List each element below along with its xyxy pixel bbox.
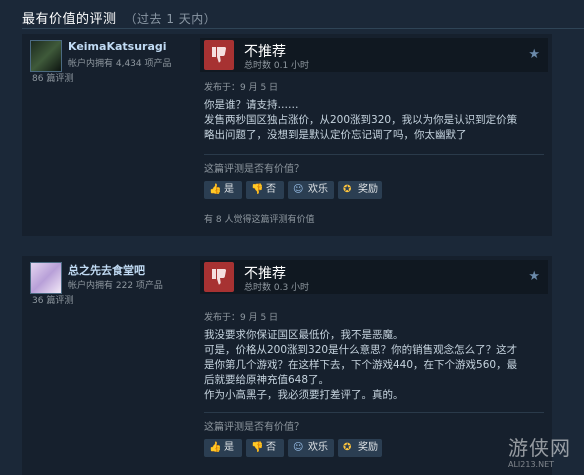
vote-yes-button[interactable]: 👍 是 [204,181,242,199]
award-icon: ✪ [343,184,352,195]
section-title-text: 最有价值的评测 [22,12,117,27]
thumbs-down-icon [204,40,234,70]
review-line: 略出问题了，没想到是默认定价忘记调了吗，你太幽默了 [204,129,467,141]
author-games-count: 帐户内拥有 4,434 项产品 [68,59,172,69]
thumbs-down-icon: 👎 [251,184,264,195]
award-icon: ✪ [343,442,352,453]
author-reviews-count[interactable]: 36 篇评测 [32,293,73,306]
review-line: 可是，价格从200涨到320是什么意思？你的销售观念怎么了？这才 [204,344,518,356]
star-icon[interactable]: ★ [528,269,540,284]
review-card: 总之先去食堂吧 帐户内拥有 222 项产品 36 篇评测 不推荐 总时数 0.3… [22,256,552,475]
posted-date: 发布于：9 月 5 日 [204,313,279,323]
vote-header[interactable]: 不推荐 总时数 0.1 小时 ★ [200,38,548,72]
review-line: 是你第几个游戏？在这样下去，下个游戏440，在下个游戏560，最 [204,359,518,371]
posted-date: 发布于：9 月 5 日 [204,83,279,93]
divider [204,154,544,155]
watermark-text: 游侠网 [508,436,571,460]
author-games-count: 帐户内拥有 222 项产品 [68,281,163,291]
review-line: 我没要求你保证国区最低价，我不是恶魔。 [204,329,404,341]
watermark-logo: 游侠网 ALI213.NET [500,432,580,472]
smile-icon: ☺ [293,442,304,453]
award-button[interactable]: ✪ 奖励 [338,181,382,199]
playtime: 总时数 0.1 小时 [244,61,310,71]
author-name[interactable]: KeimaKatsuragi [68,40,167,53]
review-line: 发售两秒国区独占涨价，从200涨到320，我以为你是认识到定价策 [204,114,518,126]
review-content: 你是谁？请支持…… 发售两秒国区独占涨价，从200涨到320，我以为你是认识到定… [204,98,544,143]
star-icon[interactable]: ★ [528,47,540,62]
header-divider [22,28,584,29]
helpful-count: 有 8 人觉得这篇评测有价值 [204,215,315,225]
vote-header[interactable]: 不推荐 总时数 0.3 小时 ★ [200,260,548,294]
section-title: 最有价值的评测 （过去 1 天内） [22,8,216,27]
thumbs-up-icon: 👍 [209,442,222,453]
divider [204,412,544,413]
vote-yes-button[interactable]: 👍 是 [204,439,242,457]
review-card: KeimaKatsuragi 帐户内拥有 4,434 项产品 86 篇评测 不推… [22,34,552,236]
avatar[interactable] [30,262,62,294]
review-line: 作为小高黑子，我必须要打差评了。真的。 [204,389,404,401]
review-content: 我没要求你保证国区最低价，我不是恶魔。 可是，价格从200涨到320是什么意思？… [204,328,544,403]
thumbs-down-icon: 👎 [251,442,264,453]
review-line: 后就要给原神充值648了。 [204,374,330,386]
thumbs-down-icon [204,262,234,292]
author-reviews-count[interactable]: 86 篇评测 [32,71,73,84]
smile-icon: ☺ [293,184,304,195]
thumbs-up-icon: 👍 [209,184,222,195]
playtime: 总时数 0.3 小时 [244,283,310,293]
avatar[interactable] [30,40,62,72]
vote-funny-button[interactable]: ☺ 欢乐 [288,439,334,457]
helpful-question: 这篇评测是否有价值？ [204,164,304,175]
section-subtitle: （过去 1 天内） [124,12,217,26]
review-line: 你是谁？请支持…… [204,99,299,111]
award-button[interactable]: ✪ 奖励 [338,439,382,457]
vote-no-button[interactable]: 👎 否 [246,439,284,457]
vote-funny-button[interactable]: ☺ 欢乐 [288,181,334,199]
vote-no-button[interactable]: 👎 否 [246,181,284,199]
watermark-url: ALI213.NET [508,460,555,469]
helpful-question: 这篇评测是否有价值？ [204,422,304,433]
author-name[interactable]: 总之先去食堂吧 [68,262,145,278]
